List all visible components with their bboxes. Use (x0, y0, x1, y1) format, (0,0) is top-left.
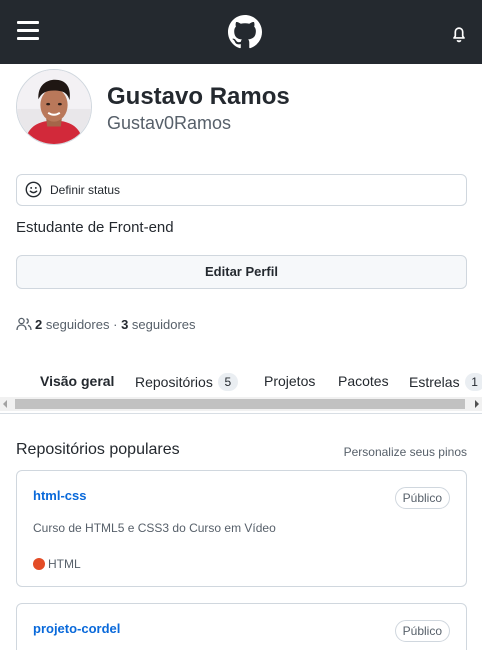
followers-label: seguidores (45, 317, 110, 332)
tab-label: Repositórios (135, 374, 213, 390)
tab-projects[interactable]: Projetos (264, 373, 315, 389)
tab-label: Visão geral (40, 373, 115, 389)
repo-name-link[interactable]: projeto-cordel (33, 621, 120, 636)
avatar[interactable] (16, 69, 92, 145)
following-link[interactable]: 3 seguidores (121, 317, 195, 332)
top-navigation-bar (0, 0, 482, 64)
language-name: HTML (48, 557, 81, 571)
tab-stars[interactable]: Estrelas 1 (409, 373, 482, 391)
customize-pins-link[interactable]: Personalize seus pinos (344, 445, 467, 459)
following-count: 3 (121, 317, 129, 332)
tab-overview[interactable]: Visão geral (40, 373, 114, 389)
scroll-left-arrow-icon[interactable] (3, 400, 7, 408)
profile-name: Gustavo Ramos (107, 83, 290, 110)
followers-link[interactable]: 2 seguidores (35, 317, 109, 332)
github-logo-icon[interactable] (228, 15, 262, 49)
repo-language: HTML (33, 557, 81, 571)
follow-separator: · (113, 317, 118, 332)
tab-packages[interactable]: Pacotes (338, 373, 389, 389)
tabs-horizontal-scrollbar[interactable] (0, 397, 482, 411)
repo-card: html-css Público Curso de HTML5 e CSS3 d… (16, 470, 467, 587)
tab-label: Projetos (264, 373, 316, 389)
tab-label: Pacotes (338, 373, 389, 389)
scrollbar-thumb[interactable] (15, 399, 465, 409)
edit-profile-button[interactable]: Editar Perfil (16, 255, 467, 289)
bell-icon[interactable] (450, 24, 468, 43)
followers-info: 2 seguidores · 3 seguidores (16, 317, 196, 332)
repo-description: Curso de HTML5 e CSS3 do Curso em Vídeo (33, 521, 276, 535)
stars-counter: 1 (464, 373, 482, 391)
visibility-badge: Público (394, 487, 450, 509)
scroll-right-arrow-icon[interactable] (475, 400, 479, 408)
visibility-badge: Público (394, 620, 450, 642)
set-status-label: Definir status (50, 183, 121, 197)
popular-repositories-title: Repositórios populares (16, 441, 180, 458)
profile-tabs: Visão geral Repositórios 5 Projetos Pacot… (0, 364, 482, 398)
followers-count: 2 (35, 317, 43, 332)
repositories-counter: 5 (217, 373, 238, 391)
following-label: seguidores (131, 317, 196, 332)
people-icon (16, 317, 32, 331)
profile-username: Gustav0Ramos (107, 113, 232, 133)
language-color-dot (33, 558, 45, 570)
repo-card: projeto-cordel Público (16, 603, 467, 650)
set-status-button[interactable]: Definir status (16, 174, 467, 206)
hamburger-menu-icon[interactable] (17, 21, 39, 41)
profile-bio: Estudante de Front-end (16, 219, 174, 236)
tab-repositories[interactable]: Repositórios 5 (135, 373, 238, 391)
repo-name-link[interactable]: html-css (33, 488, 86, 503)
smiley-icon (25, 181, 42, 198)
tab-label: Estrelas (409, 374, 460, 390)
section-divider (0, 413, 482, 414)
